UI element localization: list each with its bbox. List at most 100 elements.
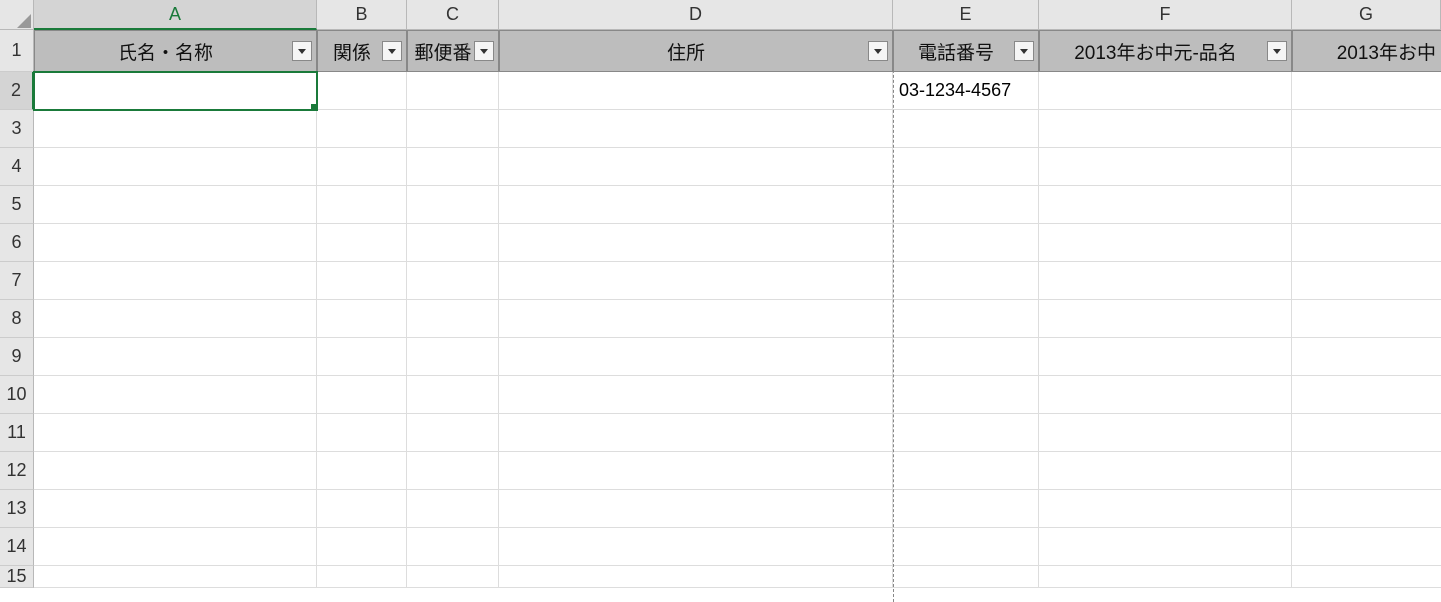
cell-D14[interactable]	[499, 528, 893, 566]
cell-F7[interactable]	[1039, 262, 1292, 300]
cell-A8[interactable]	[34, 300, 317, 338]
cell-F10[interactable]	[1039, 376, 1292, 414]
cell-C12[interactable]	[407, 452, 499, 490]
cell-B5[interactable]	[317, 186, 407, 224]
cell-G5[interactable]	[1292, 186, 1441, 224]
row-header-6[interactable]: 6	[0, 224, 34, 262]
cell-E2[interactable]: 03-1234-4567	[893, 72, 1039, 110]
cell-E5[interactable]	[893, 186, 1039, 224]
row-header-4[interactable]: 4	[0, 148, 34, 186]
cell-B9[interactable]	[317, 338, 407, 376]
cell-E9[interactable]	[893, 338, 1039, 376]
cell-C7[interactable]	[407, 262, 499, 300]
cell-E15[interactable]	[893, 566, 1039, 588]
row-header-14[interactable]: 14	[0, 528, 34, 566]
cell-A11[interactable]	[34, 414, 317, 452]
col-header-D[interactable]: D	[499, 0, 893, 30]
filter-dropdown-icon[interactable]	[868, 41, 888, 61]
filter-header-B[interactable]: 関係	[317, 30, 407, 72]
cell-C3[interactable]	[407, 110, 499, 148]
cell-D9[interactable]	[499, 338, 893, 376]
cell-D8[interactable]	[499, 300, 893, 338]
cell-F12[interactable]	[1039, 452, 1292, 490]
cell-G11[interactable]	[1292, 414, 1441, 452]
filter-header-E[interactable]: 電話番号	[893, 30, 1039, 72]
cell-E12[interactable]	[893, 452, 1039, 490]
cell-A3[interactable]	[34, 110, 317, 148]
cell-C14[interactable]	[407, 528, 499, 566]
row-header-5[interactable]: 5	[0, 186, 34, 224]
cell-G15[interactable]	[1292, 566, 1441, 588]
filter-header-F[interactable]: 2013年お中元-品名	[1039, 30, 1292, 72]
col-header-C[interactable]: C	[407, 0, 499, 30]
cell-F9[interactable]	[1039, 338, 1292, 376]
cell-F2[interactable]	[1039, 72, 1292, 110]
cell-F13[interactable]	[1039, 490, 1292, 528]
cell-A2[interactable]	[34, 72, 317, 110]
cell-A14[interactable]	[34, 528, 317, 566]
col-header-E[interactable]: E	[893, 0, 1039, 30]
cell-E4[interactable]	[893, 148, 1039, 186]
cell-D7[interactable]	[499, 262, 893, 300]
cell-C5[interactable]	[407, 186, 499, 224]
select-all-corner[interactable]	[0, 0, 34, 30]
filter-dropdown-icon[interactable]	[382, 41, 402, 61]
cell-G14[interactable]	[1292, 528, 1441, 566]
row-header-3[interactable]: 3	[0, 110, 34, 148]
cell-F8[interactable]	[1039, 300, 1292, 338]
cell-A13[interactable]	[34, 490, 317, 528]
filter-header-C[interactable]: 郵便番	[407, 30, 499, 72]
cell-B8[interactable]	[317, 300, 407, 338]
cell-B14[interactable]	[317, 528, 407, 566]
cell-C10[interactable]	[407, 376, 499, 414]
filter-dropdown-icon[interactable]	[292, 41, 312, 61]
cell-E6[interactable]	[893, 224, 1039, 262]
cell-B13[interactable]	[317, 490, 407, 528]
row-header-7[interactable]: 7	[0, 262, 34, 300]
cell-E10[interactable]	[893, 376, 1039, 414]
cell-B3[interactable]	[317, 110, 407, 148]
cell-B7[interactable]	[317, 262, 407, 300]
cell-F15[interactable]	[1039, 566, 1292, 588]
filter-header-A[interactable]: 氏名・名称	[34, 30, 317, 72]
row-header-13[interactable]: 13	[0, 490, 34, 528]
cell-A12[interactable]	[34, 452, 317, 490]
filter-dropdown-icon[interactable]	[1014, 41, 1034, 61]
cell-E7[interactable]	[893, 262, 1039, 300]
cell-D4[interactable]	[499, 148, 893, 186]
cell-G6[interactable]	[1292, 224, 1441, 262]
cell-B2[interactable]	[317, 72, 407, 110]
cell-A4[interactable]	[34, 148, 317, 186]
cell-F6[interactable]	[1039, 224, 1292, 262]
cell-E8[interactable]	[893, 300, 1039, 338]
cell-A15[interactable]	[34, 566, 317, 588]
row-header-2[interactable]: 2	[0, 72, 34, 110]
filter-header-D[interactable]: 住所	[499, 30, 893, 72]
cell-D3[interactable]	[499, 110, 893, 148]
cell-D11[interactable]	[499, 414, 893, 452]
row-header-12[interactable]: 12	[0, 452, 34, 490]
row-header-11[interactable]: 11	[0, 414, 34, 452]
cell-G12[interactable]	[1292, 452, 1441, 490]
cell-F3[interactable]	[1039, 110, 1292, 148]
col-header-A[interactable]: A	[34, 0, 317, 30]
cell-A7[interactable]	[34, 262, 317, 300]
cell-D6[interactable]	[499, 224, 893, 262]
cell-G10[interactable]	[1292, 376, 1441, 414]
cell-E14[interactable]	[893, 528, 1039, 566]
cell-C2[interactable]	[407, 72, 499, 110]
cell-E11[interactable]	[893, 414, 1039, 452]
row-header-1[interactable]: 1	[0, 30, 34, 72]
cell-D2[interactable]	[499, 72, 893, 110]
cell-F14[interactable]	[1039, 528, 1292, 566]
row-header-8[interactable]: 8	[0, 300, 34, 338]
filter-dropdown-icon[interactable]	[1267, 41, 1287, 61]
cell-E13[interactable]	[893, 490, 1039, 528]
cell-G9[interactable]	[1292, 338, 1441, 376]
col-header-F[interactable]: F	[1039, 0, 1292, 30]
cell-F11[interactable]	[1039, 414, 1292, 452]
cell-E3[interactable]	[893, 110, 1039, 148]
cell-G8[interactable]	[1292, 300, 1441, 338]
row-header-15[interactable]: 15	[0, 566, 34, 588]
cell-C15[interactable]	[407, 566, 499, 588]
